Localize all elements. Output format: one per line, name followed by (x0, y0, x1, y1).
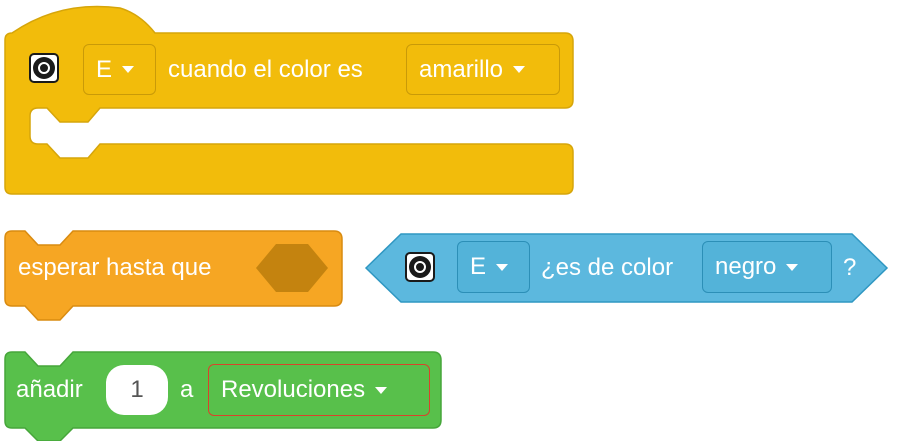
when-color-label: cuando el color es (168, 56, 363, 83)
color-value: negro (715, 253, 777, 280)
port-value: E (470, 253, 487, 280)
variable-dropdown[interactable]: Revoluciones (208, 364, 430, 416)
port-dropdown[interactable]: E (83, 44, 156, 95)
color-sensor-icon (29, 53, 59, 83)
amount-input[interactable]: 1 (106, 365, 168, 415)
variable-value: Revoluciones (221, 376, 366, 403)
color-value: amarillo (419, 55, 504, 83)
is-color-label: ¿es de color (541, 254, 674, 281)
port-dropdown[interactable]: E (457, 241, 530, 293)
caret-down-icon (513, 66, 526, 73)
wait-until-label: esperar hasta que (18, 254, 212, 281)
caret-down-icon (496, 263, 509, 271)
to-label: a (180, 376, 194, 403)
question-mark-label: ? (843, 254, 857, 281)
caret-down-icon (122, 66, 135, 73)
add-label: añadir (16, 376, 83, 403)
caret-down-icon (786, 263, 799, 271)
color-dropdown[interactable]: amarillo (406, 44, 560, 95)
port-value: E (96, 55, 113, 83)
caret-down-icon (375, 386, 388, 394)
amount-value: 1 (130, 376, 144, 403)
when-color-hat-block[interactable] (4, 5, 574, 195)
color-sensor-icon (405, 252, 435, 282)
color-dropdown[interactable]: negro (702, 241, 832, 293)
